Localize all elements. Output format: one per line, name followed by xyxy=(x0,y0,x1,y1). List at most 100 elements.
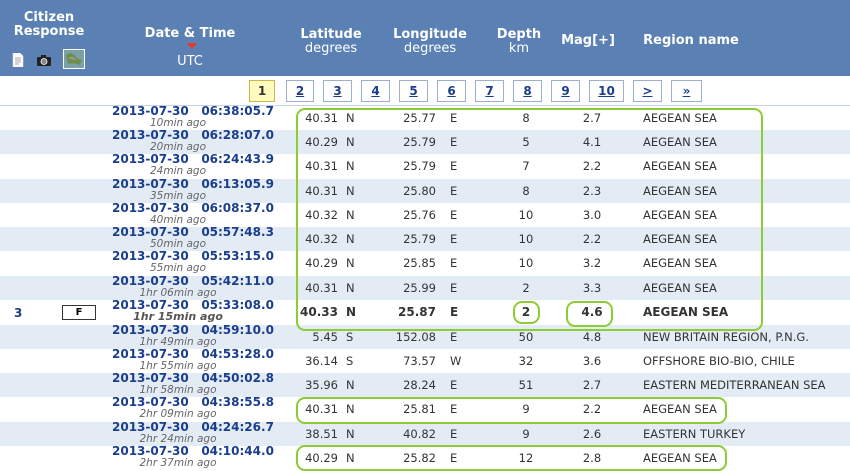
latitude-hemisphere: N xyxy=(346,402,355,416)
table-row[interactable]: 2013-07-30 05:57:48.3 50min ago 40.32 N 25.7… xyxy=(0,226,850,251)
longitude-value: 25.80 xyxy=(403,184,436,198)
region-header: Region name xyxy=(643,33,739,48)
magnitude-value: 2.8 xyxy=(582,451,602,465)
longitude-value: 25.85 xyxy=(403,256,436,270)
depth-value: 12 xyxy=(518,451,534,465)
longitude-hemisphere: E xyxy=(450,305,459,319)
latitude-value: 40.29 xyxy=(305,451,338,465)
longitude-hemisphere: E xyxy=(450,135,458,149)
region-name: AEGEAN SEA xyxy=(643,305,729,319)
magnitude-value: 2.7 xyxy=(582,378,602,392)
page-5[interactable]: 5 xyxy=(399,80,428,102)
event-time: 06:38:05.7 xyxy=(201,104,274,118)
table-row[interactable]: 3 F 2013-07-30 05:33:08.0 1hr 15min ago 40.3… xyxy=(0,299,850,324)
latitude-header-sub: degrees xyxy=(304,41,358,56)
map-icon[interactable] xyxy=(63,49,85,69)
event-time: 04:53:28.0 xyxy=(201,347,274,361)
table-row[interactable]: 2013-07-30 06:24:43.9 24min ago 40.31 N 25.7… xyxy=(0,153,850,178)
latitude-hemisphere: N xyxy=(346,208,355,222)
table-row[interactable]: 2013-07-30 06:38:05.7 10min ago 40.31 N 25.7… xyxy=(0,104,850,130)
depth-value: 51 xyxy=(518,378,534,392)
time-ago: 2hr 09min ago xyxy=(139,408,217,420)
longitude-value: 25.76 xyxy=(403,208,436,222)
magnitude-value: 3.0 xyxy=(582,208,602,222)
time-ago: 24min ago xyxy=(149,165,207,177)
table-row[interactable]: 2013-07-30 04:59:10.0 1hr 49min ago 5.45 S 1… xyxy=(0,324,850,349)
page-1[interactable]: 1 xyxy=(249,80,275,102)
longitude-value: 25.87 xyxy=(398,305,436,319)
time-ago: 55min ago xyxy=(149,262,207,274)
table-row[interactable]: 2013-07-30 05:42:11.0 1hr 06min ago 40.31 N… xyxy=(0,275,850,300)
depth-value: 8 xyxy=(522,184,530,198)
region-name: AEGEAN SEA xyxy=(643,208,717,222)
page-4[interactable]: 4 xyxy=(361,80,390,102)
event-date: 2013-07-30 xyxy=(112,420,189,434)
page-10[interactable]: 10 xyxy=(589,80,624,102)
magnitude-value: 3.6 xyxy=(582,354,602,368)
felt-report-badge[interactable]: F xyxy=(62,305,96,320)
page-8[interactable]: 8 xyxy=(513,80,542,102)
latitude-hemisphere: N xyxy=(346,184,355,198)
page-3[interactable]: 3 xyxy=(323,80,352,102)
longitude-value: 25.82 xyxy=(403,451,436,465)
latitude-hemisphere: N xyxy=(346,159,355,173)
longitude-value: 25.79 xyxy=(403,159,436,173)
magnitude-header[interactable]: Mag[+] xyxy=(558,34,618,48)
table-row[interactable]: 2013-07-30 04:50:02.8 1hr 58min ago 35.96 N… xyxy=(0,372,850,397)
latitude-value: 35.96 xyxy=(305,378,338,392)
page-7[interactable]: 7 xyxy=(475,80,504,102)
page-9[interactable]: 9 xyxy=(551,80,580,102)
camera-icon[interactable] xyxy=(36,52,51,66)
table-row[interactable]: 2013-07-30 06:28:07.0 20min ago 40.29 N 25.7… xyxy=(0,128,850,154)
table-row[interactable]: 2013-07-30 04:24:26.7 2hr 24min ago 38.51 N… xyxy=(0,420,850,446)
depth-value: 5 xyxy=(522,135,530,149)
longitude-hemisphere: E xyxy=(450,256,458,270)
latitude-value: 5.45 xyxy=(312,330,338,344)
latitude-hemisphere: N xyxy=(346,111,355,125)
event-date: 2013-07-30 xyxy=(112,128,189,142)
table-row[interactable]: 2013-07-30 04:53:28.0 1hr 55min ago 36.14 S… xyxy=(0,347,850,373)
event-time: 05:53:15.0 xyxy=(201,249,274,263)
region-name: AEGEAN SEA xyxy=(643,159,717,173)
magnitude-value: 4.6 xyxy=(581,305,603,319)
response-count[interactable]: 3 xyxy=(14,306,22,320)
datetime-header[interactable]: Date & Time UTC xyxy=(140,27,240,69)
table-row[interactable]: 2013-07-30 04:38:55.8 2hr 09min ago 40.31 N… xyxy=(0,396,850,421)
latitude-value: 38.51 xyxy=(305,427,338,441)
citizen-response-header: Citizen Response xyxy=(13,10,85,39)
page-6[interactable]: 6 xyxy=(437,80,466,102)
longitude-value: 152.08 xyxy=(395,330,436,344)
time-ago: 1hr 15min ago xyxy=(133,310,223,323)
depth-value: 2 xyxy=(522,281,530,295)
pagination: 1 2 3 4 5 6 7 8 9 10 > » xyxy=(0,80,850,102)
table-row[interactable]: 2013-07-30 04:10:44.0 2hr 37min ago 40.29 N… xyxy=(0,445,850,470)
magnitude-value: 4.1 xyxy=(582,135,602,149)
table-row[interactable]: 2013-07-30 06:08:37.0 40min ago 40.32 N 25.7… xyxy=(0,201,850,227)
latitude-value: 40.31 xyxy=(305,281,338,295)
longitude-header-sub: degrees xyxy=(403,41,457,56)
longitude-hemisphere: E xyxy=(450,208,458,222)
longitude-value: 25.77 xyxy=(403,111,436,125)
magnitude-value: 4.8 xyxy=(582,330,602,344)
latitude-hemisphere: S xyxy=(346,354,354,368)
event-time: 04:24:26.7 xyxy=(201,420,274,434)
depth-value: 9 xyxy=(522,427,530,441)
longitude-hemisphere: E xyxy=(450,330,458,344)
latitude-value: 40.31 xyxy=(305,159,338,173)
depth-value: 50 xyxy=(518,330,534,344)
latitude-value: 40.32 xyxy=(305,232,338,246)
depth-value: 10 xyxy=(518,232,534,246)
event-date: 2013-07-30 xyxy=(112,201,189,215)
table-row[interactable]: 2013-07-30 05:53:15.0 55min ago 40.29 N 25.8… xyxy=(0,249,850,275)
document-icon[interactable] xyxy=(12,52,26,68)
depth-value: 2 xyxy=(521,305,531,319)
region-name: AEGEAN SEA xyxy=(643,451,717,465)
longitude-value: 40.82 xyxy=(403,427,436,441)
next-page-button[interactable]: > xyxy=(633,80,662,102)
datetime-header-label: Date & Time xyxy=(144,26,236,41)
last-page-button[interactable]: » xyxy=(671,80,702,102)
table-row[interactable]: 2013-07-30 06:13:05.9 35min ago 40.31 N 25.8… xyxy=(0,178,850,203)
datetime-header-sub: UTC xyxy=(177,54,203,69)
latitude-value: 40.33 xyxy=(300,305,338,319)
page-2[interactable]: 2 xyxy=(286,80,314,102)
